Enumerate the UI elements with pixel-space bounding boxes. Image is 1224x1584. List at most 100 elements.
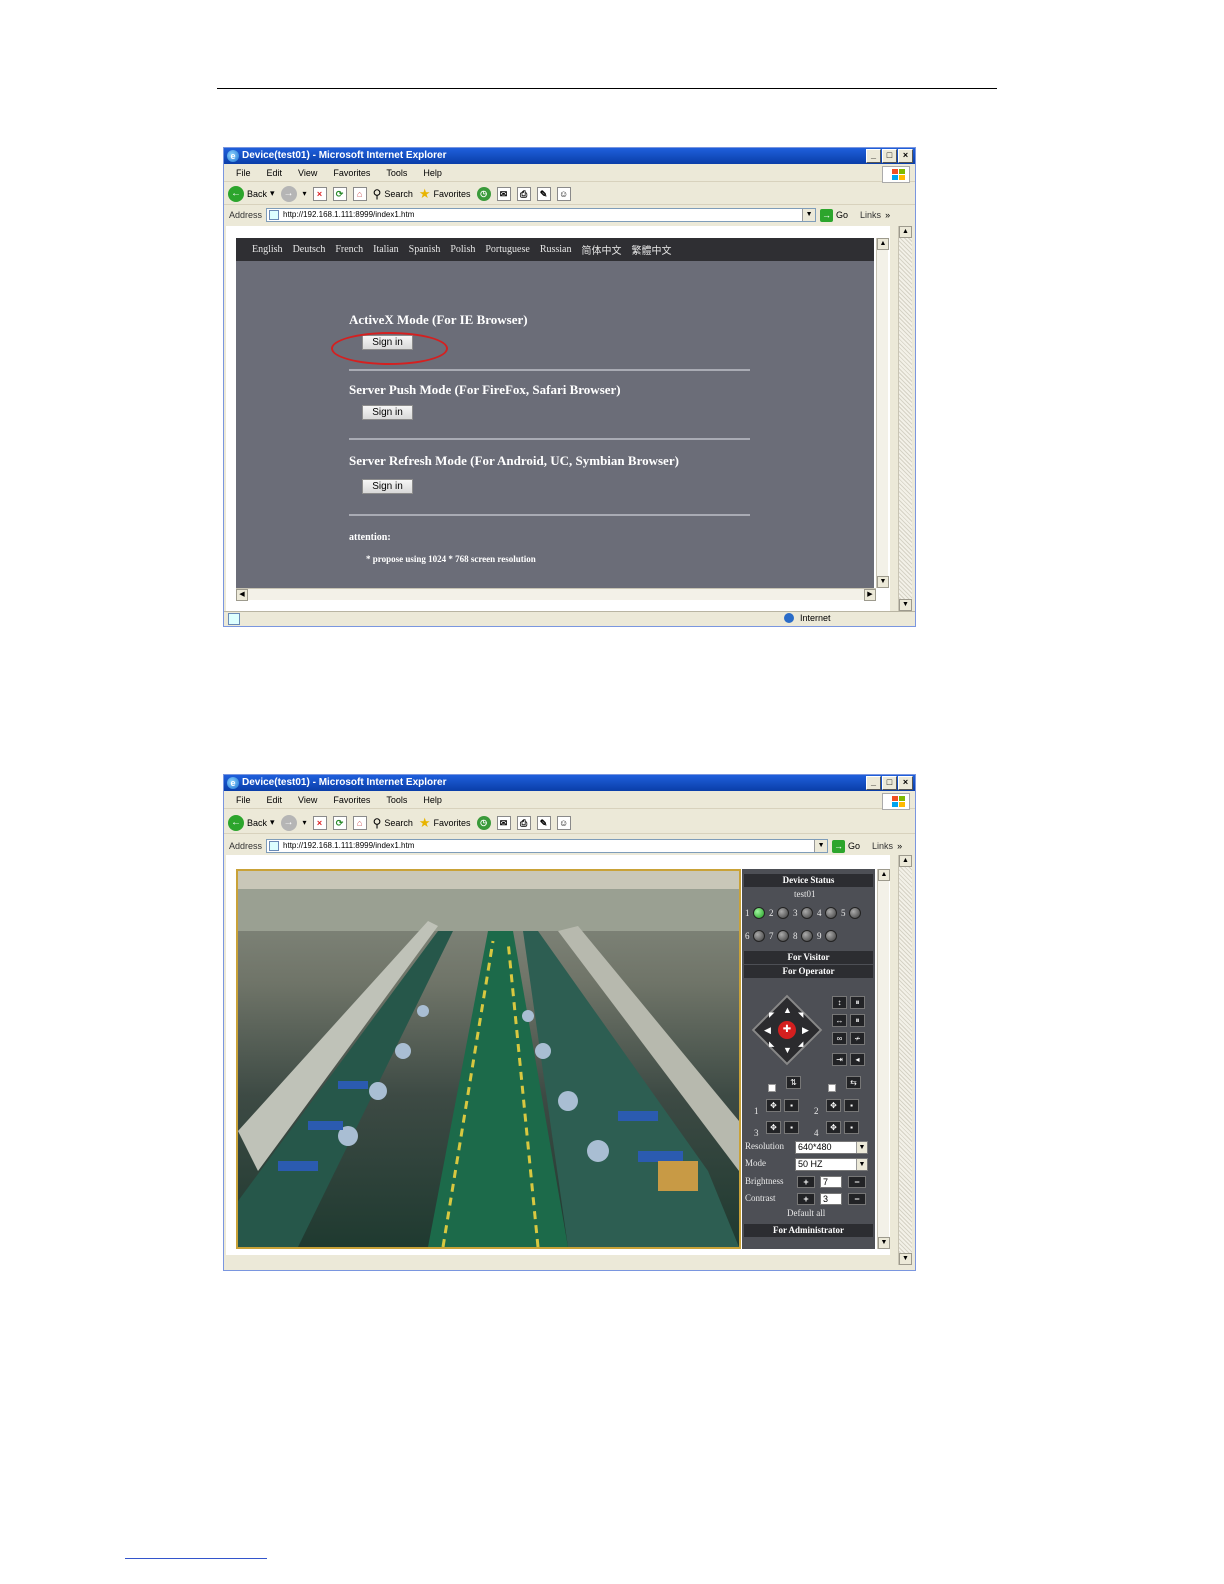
channel-3-indicator[interactable] bbox=[801, 907, 813, 919]
camera-video-feed[interactable] bbox=[236, 869, 741, 1249]
pan-down-right-icon[interactable]: ◢ bbox=[798, 1040, 803, 1048]
forward-button[interactable]: → bbox=[280, 185, 297, 202]
pan-left-icon[interactable]: ◀ bbox=[764, 1025, 771, 1036]
scroll-up-icon[interactable]: ▲ bbox=[877, 238, 889, 250]
links-button[interactable]: Links bbox=[872, 841, 893, 851]
home-icon[interactable]: ⌂ bbox=[352, 815, 367, 830]
preset-1-save-icon[interactable]: ▪ bbox=[784, 1099, 799, 1112]
scroll-down-icon[interactable]: ▼ bbox=[899, 599, 912, 611]
chevron-down-icon[interactable]: ▼ bbox=[802, 209, 816, 221]
for-administrator-header[interactable]: For Administrator bbox=[744, 1224, 873, 1237]
lang-deutsch[interactable]: Deutsch bbox=[293, 244, 326, 255]
pan-up-icon[interactable]: ▲ bbox=[783, 1005, 792, 1015]
lang-english[interactable]: English bbox=[252, 244, 283, 255]
mode-select[interactable]: 50 HZ ▼ bbox=[795, 1158, 868, 1171]
contrast-decrease-button[interactable]: − bbox=[848, 1193, 866, 1205]
close-icon[interactable]: × bbox=[898, 776, 913, 790]
preset-1-goto-icon[interactable]: ✥ bbox=[766, 1099, 781, 1112]
horizontal-patrol-icon[interactable]: ↔ bbox=[832, 1014, 847, 1027]
refresh-icon[interactable]: ⟳ bbox=[332, 815, 347, 830]
links-button[interactable]: Links bbox=[860, 210, 881, 220]
vertical-patrol-icon[interactable]: ↕ bbox=[832, 996, 847, 1009]
ptz-center-icon[interactable]: ✚ bbox=[778, 1021, 796, 1039]
pan-right-icon[interactable]: ▶ bbox=[802, 1025, 809, 1036]
print-icon[interactable]: ⎙ bbox=[516, 186, 531, 201]
flip-checkbox[interactable] bbox=[768, 1084, 776, 1092]
for-operator-header[interactable]: For Operator bbox=[744, 965, 873, 978]
window-vertical-scrollbar[interactable]: ▲ ▼ bbox=[898, 226, 912, 611]
messenger-icon[interactable]: ☺ bbox=[556, 186, 571, 201]
favorites-button[interactable]: ★ Favorites bbox=[419, 186, 471, 202]
menu-tools[interactable]: Tools bbox=[378, 792, 415, 809]
mail-icon[interactable]: ✉ bbox=[496, 815, 511, 830]
pan-down-icon[interactable]: ▼ bbox=[783, 1045, 792, 1055]
channel-1-indicator[interactable] bbox=[753, 907, 765, 919]
scroll-right-icon[interactable]: ▶ bbox=[864, 589, 876, 601]
edit-icon[interactable]: ✎ bbox=[536, 186, 551, 201]
preset-4-save-icon[interactable]: ▪ bbox=[844, 1121, 859, 1134]
scroll-up-icon[interactable]: ▲ bbox=[899, 855, 912, 867]
pan-up-right-icon[interactable]: ◥ bbox=[798, 1011, 803, 1019]
scroll-down-icon[interactable]: ▼ bbox=[877, 576, 889, 588]
for-visitor-header[interactable]: For Visitor bbox=[744, 951, 873, 964]
preset-2-goto-icon[interactable]: ✥ bbox=[826, 1099, 841, 1112]
channel-6-indicator[interactable] bbox=[753, 930, 765, 942]
maximize-icon[interactable]: □ bbox=[882, 149, 897, 163]
menu-file[interactable]: File bbox=[228, 792, 259, 809]
menu-help[interactable]: Help bbox=[415, 792, 450, 809]
io-output-on-icon[interactable]: ⇥ bbox=[832, 1053, 847, 1066]
maximize-icon[interactable]: □ bbox=[882, 776, 897, 790]
lang-french[interactable]: French bbox=[335, 244, 363, 255]
scroll-down-icon[interactable]: ▼ bbox=[878, 1237, 890, 1249]
default-all-button[interactable]: Default all bbox=[787, 1208, 825, 1218]
unlink-icon[interactable]: ≁ bbox=[850, 1032, 865, 1045]
title-bar[interactable]: e Device(test01) - Microsoft Internet Ex… bbox=[224, 775, 915, 791]
channel-5-indicator[interactable] bbox=[849, 907, 861, 919]
stop-vertical-patrol-icon[interactable]: ⏸ bbox=[850, 996, 865, 1009]
inner-vertical-scrollbar[interactable]: ▲ ▼ bbox=[877, 869, 890, 1249]
server-refresh-sign-in-button[interactable]: Sign in bbox=[362, 479, 413, 494]
channel-8-indicator[interactable] bbox=[801, 930, 813, 942]
preset-3-save-icon[interactable]: ▪ bbox=[784, 1121, 799, 1134]
lang-spanish[interactable]: Spanish bbox=[409, 244, 441, 255]
inner-vertical-scrollbar[interactable]: ▲ ▼ bbox=[876, 238, 889, 588]
back-button[interactable]: ← Back ▾ bbox=[228, 185, 275, 202]
stop-icon[interactable]: × bbox=[312, 186, 327, 201]
menu-help[interactable]: Help bbox=[415, 165, 450, 182]
brightness-decrease-button[interactable]: − bbox=[848, 1176, 866, 1188]
history-icon[interactable]: ◷ bbox=[476, 186, 491, 201]
window-vertical-scrollbar[interactable]: ▲ ▼ bbox=[898, 855, 912, 1265]
print-icon[interactable]: ⎙ bbox=[516, 815, 531, 830]
minimize-icon[interactable]: _ bbox=[866, 776, 881, 790]
address-input[interactable]: http://192.168.1.111:8999/index1.htm ▼ bbox=[266, 208, 817, 222]
close-icon[interactable]: × bbox=[898, 149, 913, 163]
lang-traditional-chinese[interactable]: 繁體中文 bbox=[631, 242, 671, 257]
scroll-up-icon[interactable]: ▲ bbox=[878, 869, 890, 881]
io-output-off-icon[interactable]: ◂ bbox=[850, 1053, 865, 1066]
channel-9-indicator[interactable] bbox=[825, 930, 837, 942]
stop-icon[interactable]: × bbox=[312, 815, 327, 830]
address-input[interactable]: http://192.168.1.111:8999/index1.htm ▼ bbox=[266, 839, 829, 853]
lang-italian[interactable]: Italian bbox=[373, 244, 399, 255]
refresh-icon[interactable]: ⟳ bbox=[332, 186, 347, 201]
mail-icon[interactable]: ✉ bbox=[496, 186, 511, 201]
menu-edit[interactable]: Edit bbox=[259, 792, 291, 809]
chevron-down-icon[interactable]: ▼ bbox=[814, 840, 828, 852]
channel-7-indicator[interactable] bbox=[777, 930, 789, 942]
forward-button[interactable]: → bbox=[280, 814, 297, 831]
scroll-up-icon[interactable]: ▲ bbox=[899, 226, 912, 238]
channel-4-indicator[interactable] bbox=[825, 907, 837, 919]
home-icon[interactable]: ⌂ bbox=[352, 186, 367, 201]
pan-down-left-icon[interactable]: ◣ bbox=[769, 1040, 774, 1048]
menu-edit[interactable]: Edit bbox=[259, 165, 291, 182]
edit-icon[interactable]: ✎ bbox=[536, 815, 551, 830]
search-button[interactable]: ⚲ Search bbox=[373, 816, 413, 830]
menu-tools[interactable]: Tools bbox=[378, 165, 415, 182]
preset-2-save-icon[interactable]: ▪ bbox=[844, 1099, 859, 1112]
channel-2-indicator[interactable] bbox=[777, 907, 789, 919]
resolution-select[interactable]: 640*480 ▼ bbox=[795, 1141, 868, 1154]
go-button[interactable]: → Go bbox=[820, 208, 848, 222]
inner-horizontal-scrollbar[interactable]: ◀ ▶ bbox=[236, 588, 876, 601]
messenger-icon[interactable]: ☺ bbox=[556, 815, 571, 830]
go-button[interactable]: → Go bbox=[832, 839, 860, 853]
